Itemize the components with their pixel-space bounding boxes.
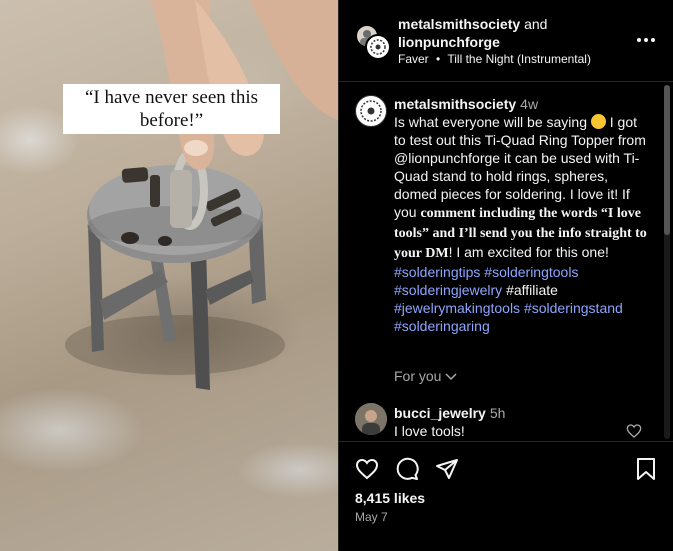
audio-info[interactable]: Faver • Till the Night (Instrumental) bbox=[398, 52, 591, 66]
post-image[interactable]: “I have never seen this before!” bbox=[0, 0, 338, 551]
hashtag-link[interactable]: #solderingtips bbox=[394, 264, 480, 280]
author2-link[interactable]: lionpunchforge bbox=[398, 33, 547, 51]
and-text: and bbox=[524, 16, 548, 32]
comment-avatar[interactable] bbox=[355, 403, 387, 435]
chevron-down-icon bbox=[445, 372, 457, 380]
comment-bubble-icon[interactable] bbox=[395, 457, 419, 481]
for-you-label: For you bbox=[394, 368, 442, 384]
post-side-panel: metalsmithsociety and lionpunchforge Fav… bbox=[338, 0, 673, 551]
post-caption: metalsmithsociety 4w Is what everyone wil… bbox=[394, 95, 652, 335]
quote-line-1: “I have never seen this bbox=[84, 87, 259, 108]
hashtag-link[interactable]: #jewelrymakingtools bbox=[394, 300, 520, 316]
comments-section[interactable]: metalsmithsociety 4w Is what everyone wil… bbox=[339, 83, 673, 441]
hashtag-link[interactable]: #solderingaring bbox=[394, 318, 490, 334]
more-horizontal-icon bbox=[637, 38, 641, 42]
post-actions: 8,415 likes May 7 bbox=[339, 441, 673, 551]
comment-like-heart-icon[interactable] bbox=[626, 423, 642, 439]
avatar-user2[interactable] bbox=[365, 34, 391, 60]
post-header: metalsmithsociety and lionpunchforge Fav… bbox=[339, 0, 673, 82]
share-paper-plane-icon[interactable] bbox=[435, 457, 459, 481]
comment-item: bucci_jewelry 5h I love tools! bbox=[394, 404, 505, 440]
audio-artist[interactable]: Faver bbox=[398, 52, 429, 66]
comment-time: 5h bbox=[489, 405, 506, 421]
scrollbar-thumb[interactable] bbox=[664, 85, 670, 235]
for-you-toggle[interactable]: For you bbox=[394, 368, 457, 384]
like-heart-icon[interactable] bbox=[355, 457, 379, 481]
post-date[interactable]: May 7 bbox=[355, 510, 388, 524]
quote-overlay: “I have never seen this before!” bbox=[63, 84, 280, 134]
caption-text-1: Is what everyone will be saying bbox=[394, 114, 591, 130]
save-bookmark-icon[interactable] bbox=[635, 457, 657, 481]
comments-scrollbar[interactable] bbox=[664, 85, 670, 439]
collab-avatars[interactable] bbox=[355, 24, 391, 60]
ring-topper-photo bbox=[65, 0, 338, 390]
hashtag-link[interactable]: #solderingstand bbox=[524, 300, 623, 316]
comment-text: I love tools! bbox=[394, 423, 465, 439]
caption-time: 4w bbox=[520, 96, 539, 112]
rolling-laughing-emoji-icon bbox=[590, 114, 606, 129]
caption-text-3: ! I am excited for this one! bbox=[448, 244, 609, 260]
post-authors: metalsmithsociety and lionpunchforge bbox=[398, 15, 547, 51]
caption-avatar[interactable] bbox=[355, 95, 387, 127]
quote-line-2: before!” bbox=[139, 110, 204, 131]
audio-track[interactable]: Till the Night (Instrumental) bbox=[447, 52, 591, 66]
hashtag-link[interactable]: #solderingjewelry bbox=[394, 282, 502, 298]
audio-separator: • bbox=[436, 52, 441, 66]
hashtag-plain[interactable]: #affiliate bbox=[506, 282, 558, 298]
hashtag-link[interactable]: #solderingtools bbox=[484, 264, 578, 280]
caption-username[interactable]: metalsmithsociety bbox=[394, 96, 516, 112]
likes-count[interactable]: 8,415 likes bbox=[355, 490, 425, 506]
author1-link[interactable]: metalsmithsociety bbox=[398, 16, 520, 32]
more-options-button[interactable] bbox=[636, 32, 656, 48]
comment-username[interactable]: bucci_jewelry bbox=[394, 405, 486, 421]
